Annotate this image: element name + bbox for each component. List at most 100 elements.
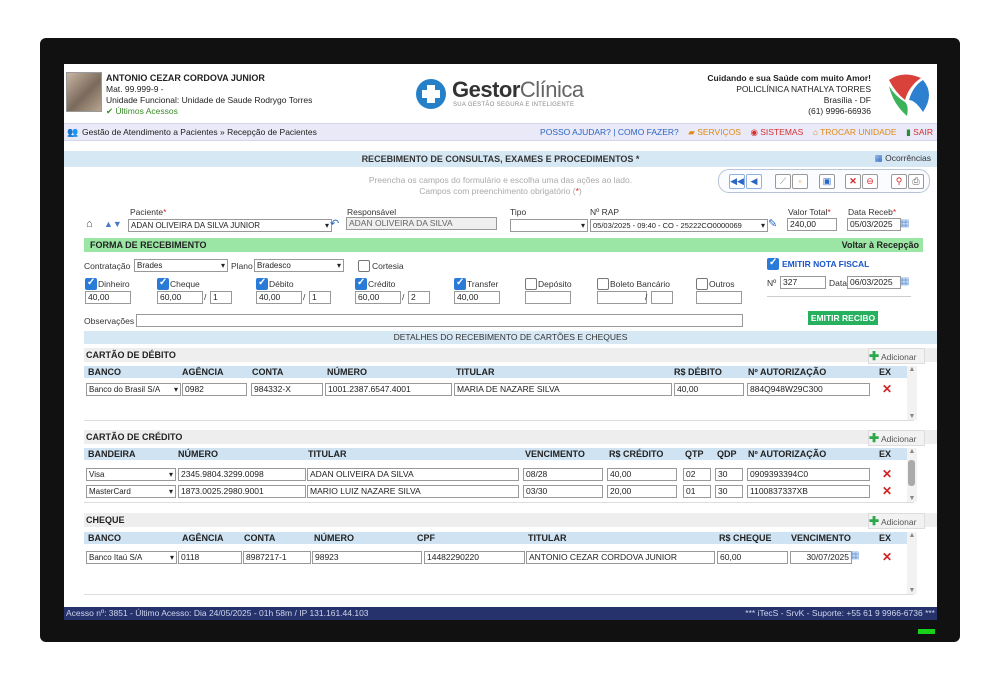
- save-icon[interactable]: ▣: [819, 174, 835, 189]
- print-icon[interactable]: ⎙: [908, 174, 924, 189]
- cheque-number[interactable]: 98923: [312, 551, 422, 564]
- credit-qtp[interactable]: 01: [683, 485, 711, 498]
- add-cheque-button[interactable]: ✚ Adicionar: [868, 513, 925, 529]
- edit-rap-icon[interactable]: ✎: [768, 217, 777, 230]
- invoice-date-field[interactable]: 06/03/2025: [847, 276, 901, 289]
- delete-row-icon[interactable]: ✕: [882, 551, 892, 563]
- credito-checkbox[interactable]: [355, 277, 367, 290]
- debit-scrollbar[interactable]: ▲ ▼: [907, 366, 917, 420]
- total-field[interactable]: 240,00: [787, 218, 837, 231]
- credit-brand-select[interactable]: Visa ▾: [86, 468, 176, 481]
- credito-parcels[interactable]: 2: [408, 291, 430, 304]
- credito-value[interactable]: 60,00: [355, 291, 401, 304]
- cancel-icon[interactable]: ✕: [845, 174, 861, 189]
- new-doc-icon[interactable]: ▫: [792, 174, 808, 189]
- add-credit-button[interactable]: ✚ Adicionar: [868, 430, 925, 446]
- howto-link[interactable]: COMO FAZER?: [618, 127, 679, 137]
- undo-icon[interactable]: ↶: [330, 217, 339, 230]
- cheque-holder[interactable]: ANTONIO CEZAR CORDOVA JUNIOR: [526, 551, 715, 564]
- debit-agency[interactable]: 0982: [182, 383, 247, 396]
- debit-number[interactable]: 1001.2387.6547.4001: [325, 383, 452, 396]
- systems-link[interactable]: SISTEMAS: [760, 127, 803, 137]
- services-link[interactable]: SERVIÇOS: [697, 127, 741, 137]
- cheque-bank-select[interactable]: Banco Itaú S/A ▾: [86, 551, 177, 564]
- back-link[interactable]: Voltar à Recepção: [842, 238, 919, 252]
- debit-bank-select[interactable]: Banco do Brasil S/A ▾: [86, 383, 181, 396]
- add-debit-button[interactable]: ✚ Adicionar: [868, 348, 925, 364]
- debit-auth[interactable]: 884Q948W29C300: [747, 383, 870, 396]
- occurrences-link[interactable]: ▦ Ocorrências: [875, 153, 931, 164]
- credit-due[interactable]: 03/30: [523, 485, 603, 498]
- delete-row-icon[interactable]: ✕: [882, 383, 892, 395]
- outros-checkbox[interactable]: [696, 278, 708, 290]
- delete-icon[interactable]: ⊖: [862, 174, 878, 189]
- credit-qdp[interactable]: 30: [715, 468, 743, 481]
- cheque-parcels[interactable]: 1: [210, 291, 232, 304]
- credit-brand-select[interactable]: MasterCard ▾: [86, 485, 176, 498]
- boleto-checkbox[interactable]: [597, 278, 609, 290]
- credit-holder[interactable]: MARIO LUIZ NAZARE SILVA: [307, 485, 519, 498]
- debito-checkbox[interactable]: [256, 277, 268, 290]
- cheque-agency[interactable]: 0118: [178, 551, 242, 564]
- date-field[interactable]: 05/03/2025: [847, 218, 901, 231]
- notes-field[interactable]: [136, 314, 743, 327]
- help-link[interactable]: POSSO AJUDAR?: [540, 127, 611, 137]
- cheque-value[interactable]: 60,00: [717, 551, 788, 564]
- credit-qdp[interactable]: 30: [715, 485, 743, 498]
- credit-value[interactable]: 40,00: [607, 468, 677, 481]
- debit-holder[interactable]: MARIA DE NAZARE SILVA: [454, 383, 672, 396]
- plan-select[interactable]: Bradesco ▾: [254, 259, 344, 272]
- credit-holder[interactable]: ADAN OLIVEIRA DA SILVA: [307, 468, 519, 481]
- patient-select[interactable]: ADAN OLIVEIRA DA SILVA JUNIOR ▾: [128, 219, 332, 232]
- rap-select[interactable]: 05/03/2025 - 09:40 - CO - 25222CO0000069…: [590, 219, 768, 232]
- cheque-checkbox[interactable]: [157, 277, 169, 290]
- cheque-scrollbar[interactable]: ▲ ▼: [907, 532, 917, 594]
- outros-value[interactable]: [696, 291, 742, 304]
- home-icon[interactable]: ⌂: [86, 218, 93, 230]
- credit-number[interactable]: 2345.9804.3299.0098: [178, 468, 306, 481]
- responsible-field[interactable]: ADAN OLIVEIRA DA SILVA: [346, 217, 497, 230]
- credit-qtp[interactable]: 02: [683, 468, 711, 481]
- transfer-checkbox[interactable]: [454, 277, 466, 290]
- last-access-link[interactable]: ✔ Últimos Acessos: [106, 106, 178, 117]
- exit-link[interactable]: SAIR: [913, 127, 933, 137]
- credit-value[interactable]: 20,00: [607, 485, 677, 498]
- dinheiro-checkbox[interactable]: [85, 277, 97, 290]
- contract-select[interactable]: Brades ▾: [134, 259, 228, 272]
- debit-account[interactable]: 984332-X: [251, 383, 323, 396]
- first-record-icon[interactable]: ◀◀: [729, 174, 745, 189]
- credit-due[interactable]: 08/28: [523, 468, 603, 481]
- emit-receipt-button[interactable]: EMITIR RECIBO: [808, 311, 878, 325]
- debito-value[interactable]: 40,00: [256, 291, 302, 304]
- switch-unit-link[interactable]: TROCAR UNIDADE: [820, 127, 897, 137]
- boleto-parcels[interactable]: [651, 291, 673, 304]
- calendar-icon[interactable]: ▦: [900, 276, 909, 287]
- deposito-checkbox[interactable]: [525, 278, 537, 290]
- calendar-icon[interactable]: ▦: [900, 218, 909, 229]
- credit-auth[interactable]: 0909393394C0: [747, 468, 870, 481]
- credit-auth[interactable]: 1100837337XB: [747, 485, 870, 498]
- type-select[interactable]: ▾: [510, 219, 588, 232]
- boleto-value[interactable]: [597, 291, 647, 304]
- calendar-icon[interactable]: ▦: [850, 550, 859, 561]
- cheque-due[interactable]: 30/07/2025: [790, 551, 852, 564]
- sort-icon[interactable]: ▲▼: [104, 219, 122, 229]
- credit-number[interactable]: 1873.0025.2980.9001: [178, 485, 306, 498]
- debito-parcels[interactable]: 1: [309, 291, 331, 304]
- delete-row-icon[interactable]: ✕: [882, 485, 892, 497]
- deposito-value[interactable]: [525, 291, 571, 304]
- cheque-value[interactable]: 60,00: [157, 291, 203, 304]
- dinheiro-value[interactable]: 40,00: [85, 291, 131, 304]
- invoice-no-field[interactable]: 327: [780, 276, 826, 289]
- credit-scrollbar[interactable]: ▲ ▼: [907, 448, 917, 502]
- debit-value[interactable]: 40,00: [674, 383, 744, 396]
- cheque-account[interactable]: 8987217-1: [243, 551, 311, 564]
- search-icon[interactable]: ⚲: [891, 174, 907, 189]
- delete-row-icon[interactable]: ✕: [882, 468, 892, 480]
- cheque-cpf[interactable]: 14482290220: [424, 551, 525, 564]
- edit-icon[interactable]: ⟋: [775, 174, 791, 189]
- transfer-value[interactable]: 40,00: [454, 291, 500, 304]
- courtesy-checkbox[interactable]: [358, 260, 370, 272]
- invoice-checkbox[interactable]: [767, 257, 779, 270]
- prev-record-icon[interactable]: ◀: [746, 174, 762, 189]
